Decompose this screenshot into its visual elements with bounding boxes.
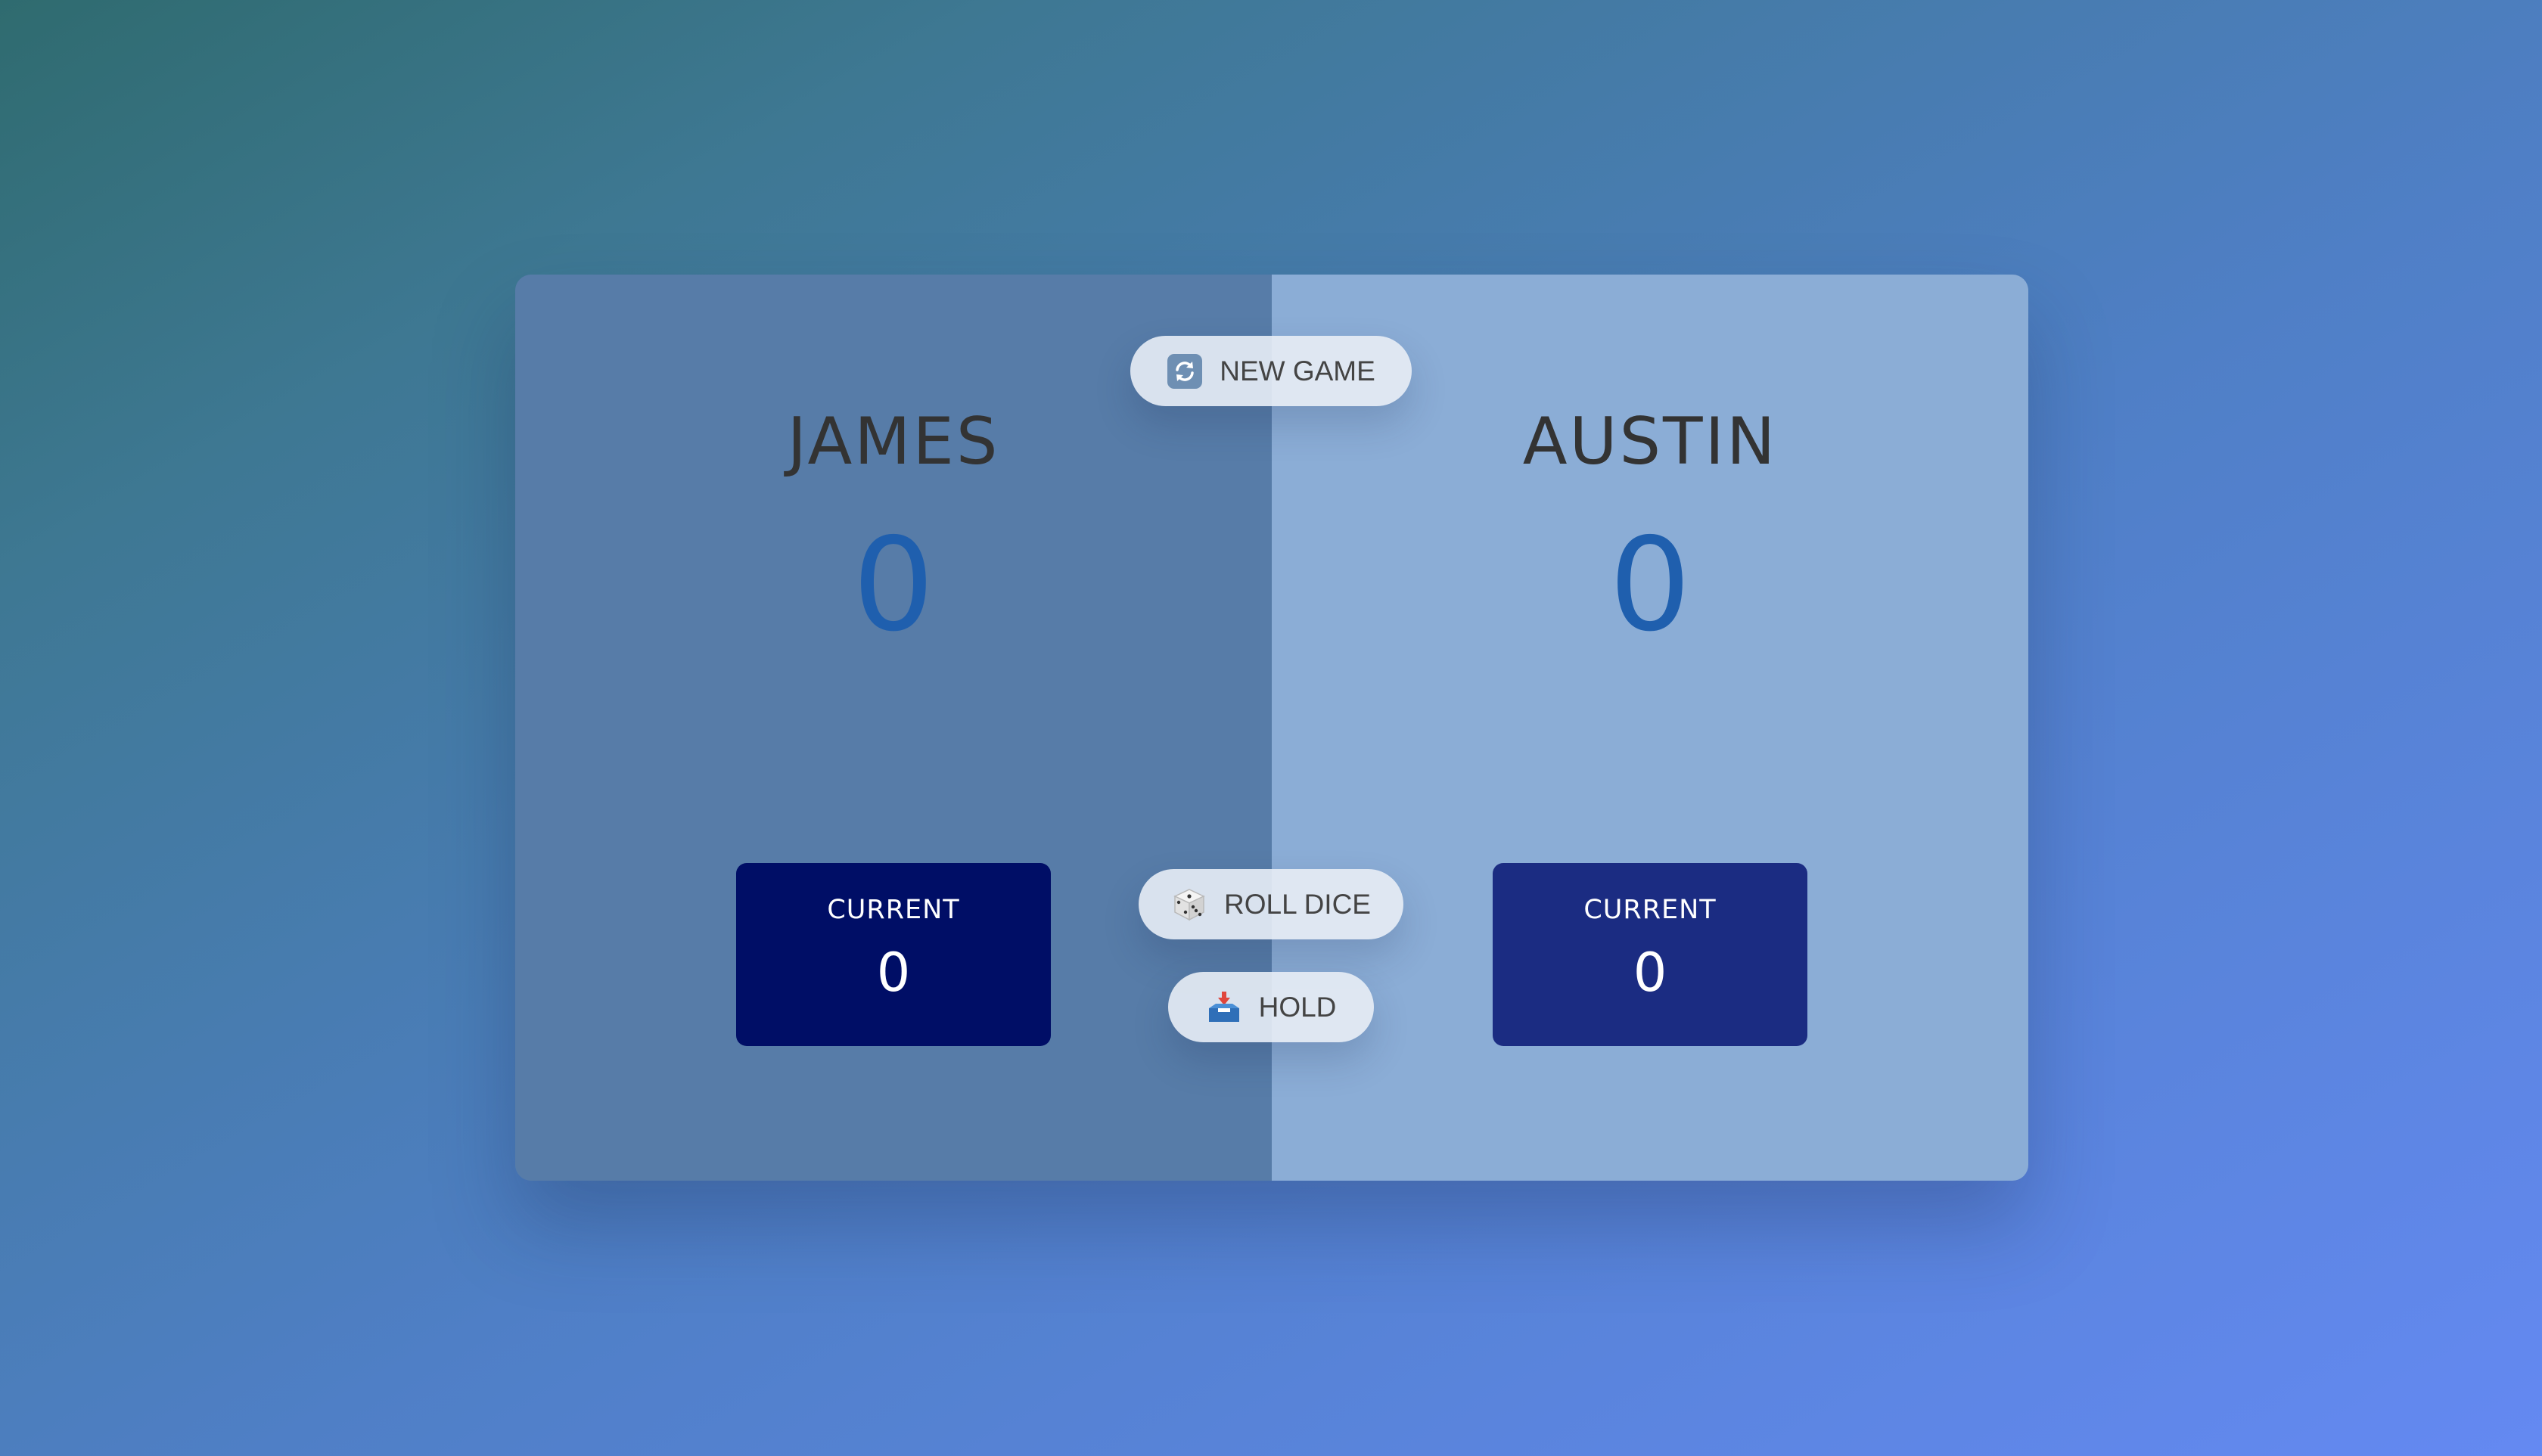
inbox-tray-icon: [1206, 989, 1242, 1026]
player-name-0: JAMES: [787, 404, 1000, 480]
current-score-0: 0: [876, 942, 911, 1004]
roll-dice-button[interactable]: ROLL DICE: [1139, 869, 1403, 939]
current-score-box-0: CURRENT 0: [736, 863, 1051, 1046]
player-name-1: AUSTIN: [1522, 404, 1778, 480]
player-panel-0: JAMES 0 CURRENT 0: [515, 275, 1272, 1181]
player-total-score-1: 0: [1608, 511, 1692, 660]
new-game-button[interactable]: NEW GAME: [1130, 336, 1412, 406]
hold-label: HOLD: [1258, 991, 1337, 1023]
roll-dice-label: ROLL DICE: [1224, 888, 1371, 920]
new-game-label: NEW GAME: [1220, 355, 1375, 387]
player-total-score-0: 0: [852, 511, 935, 660]
current-score-box-1: CURRENT 0: [1493, 863, 1807, 1046]
dice-icon: [1171, 886, 1207, 923]
current-label-0: CURRENT: [827, 895, 960, 925]
game-board: JAMES 0 CURRENT 0 AUSTIN 0 CURRENT 0: [515, 275, 2028, 1181]
current-label-1: CURRENT: [1583, 895, 1717, 925]
refresh-icon: [1167, 353, 1203, 390]
hold-button[interactable]: HOLD: [1168, 972, 1374, 1042]
player-panel-1: AUSTIN 0 CURRENT 0: [1272, 275, 2028, 1181]
current-score-1: 0: [1633, 942, 1667, 1004]
